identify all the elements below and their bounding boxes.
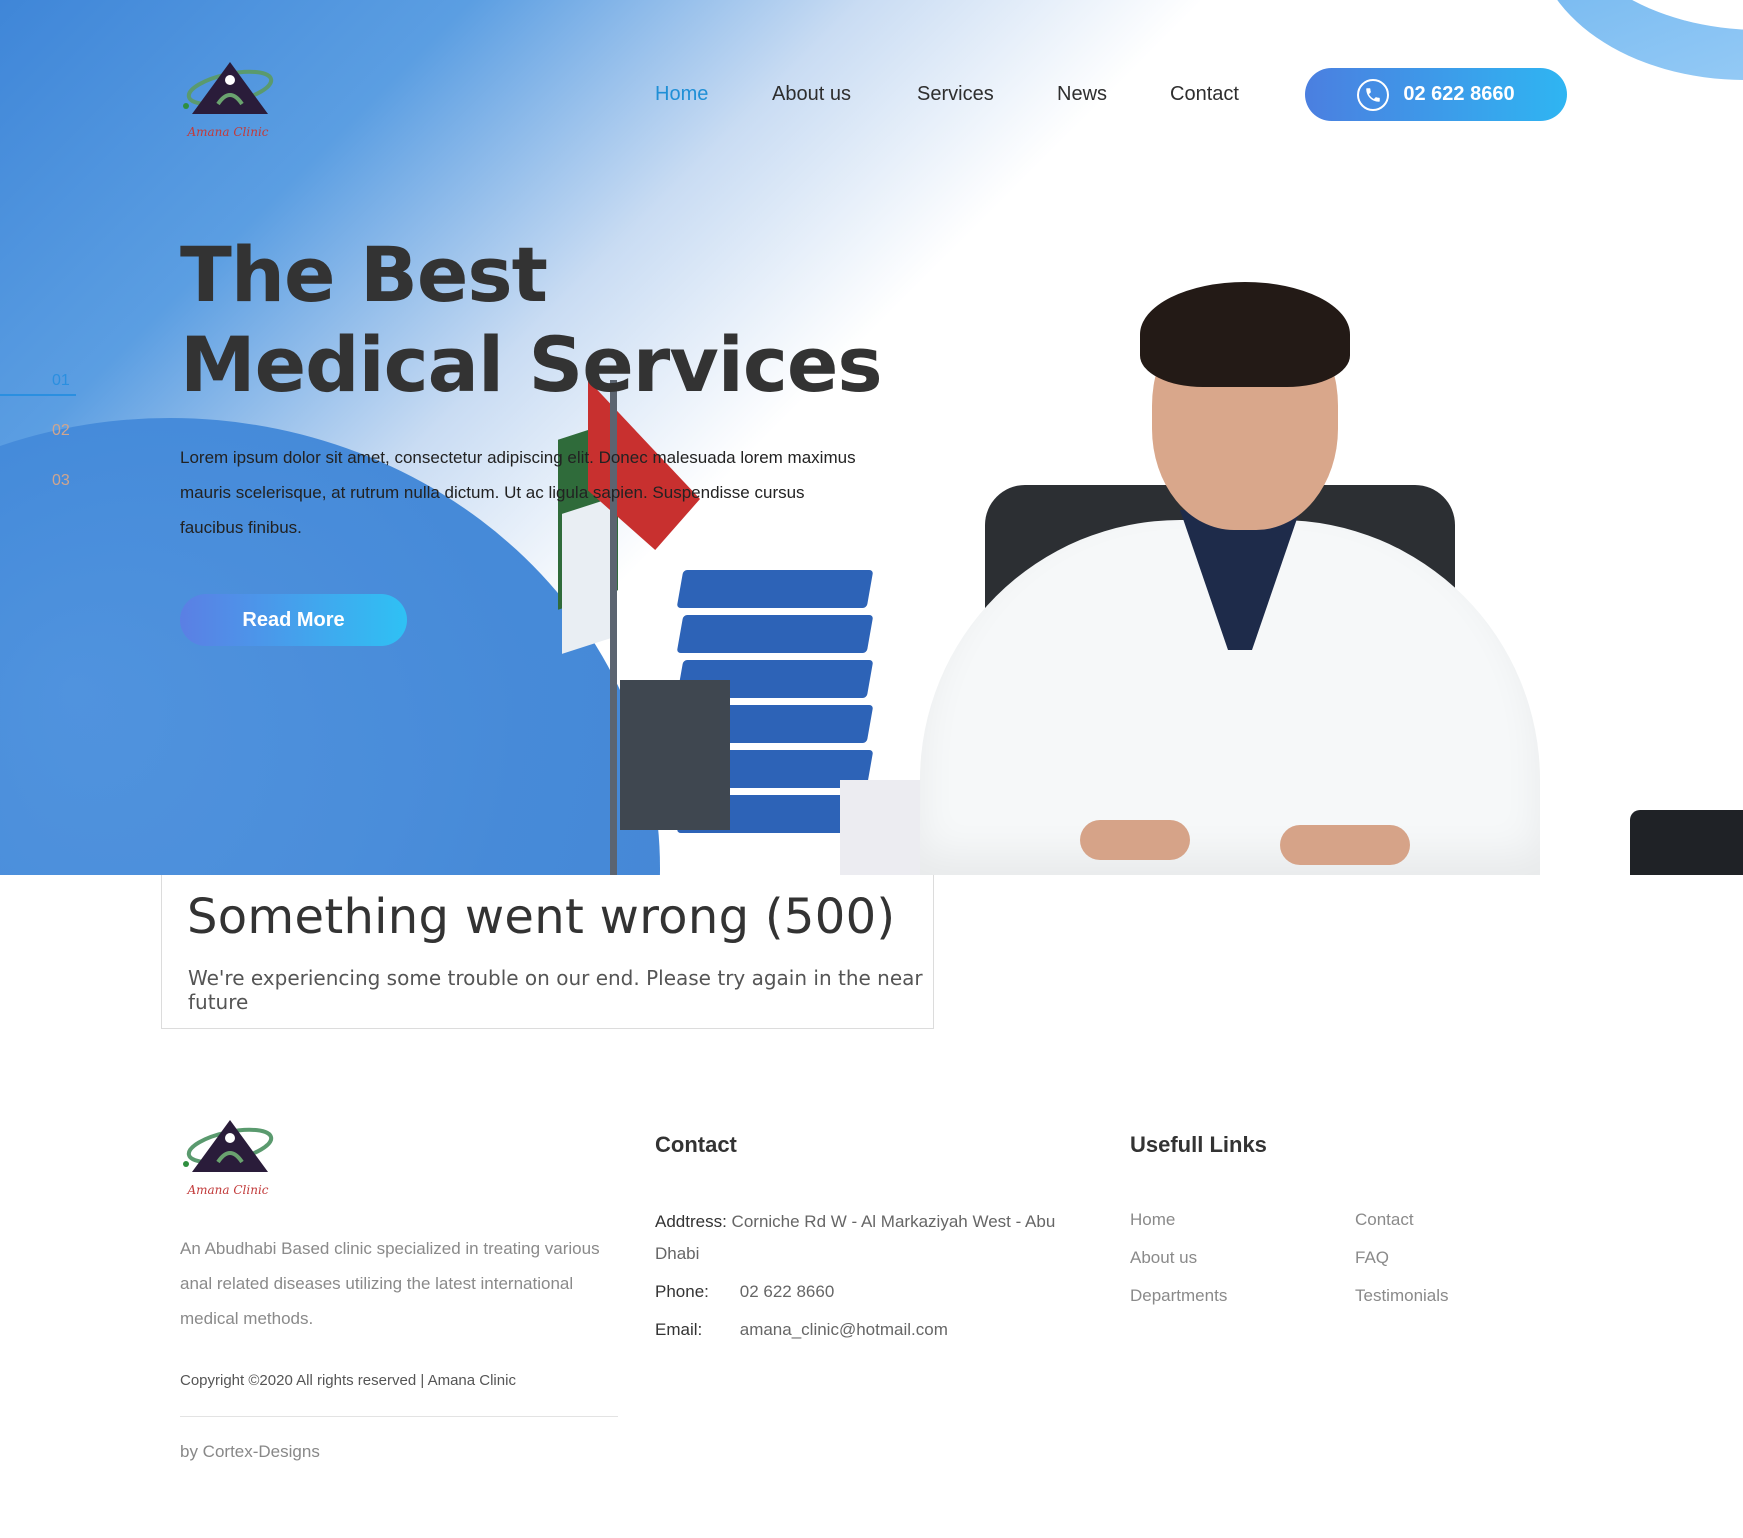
hero-section: Amana Clinic Home About us Services News… [0, 0, 1743, 875]
footer-link-testimonials[interactable]: Testimonials [1355, 1286, 1449, 1306]
footer-link-contact[interactable]: Contact [1355, 1210, 1414, 1230]
contact-address: Addtress: Corniche Rd W - Al Markaziyah … [655, 1206, 1095, 1270]
nav-home[interactable]: Home [655, 83, 708, 106]
error-panel: Something went wrong (500) We're experie… [161, 875, 934, 1029]
designer-credit: by Cortex-Designs [180, 1442, 320, 1461]
slide-indicator-1[interactable]: 01 [52, 372, 70, 390]
footer-divider [180, 1416, 618, 1417]
slide-indicator-3[interactable]: 03 [52, 472, 70, 490]
logo-text: Amana Clinic [186, 125, 268, 139]
footer-logo[interactable]: Amana Clinic [180, 1116, 276, 1200]
desk-phone [1630, 810, 1743, 875]
read-more-button[interactable]: Read More [180, 594, 407, 646]
footer-logo-text: Amana Clinic [186, 1183, 268, 1197]
footer-description: An Abudhabi Based clinic specialized in … [180, 1239, 600, 1328]
nav-contact[interactable]: Contact [1170, 83, 1239, 106]
nav-news[interactable]: News [1057, 83, 1107, 106]
copyright: Copyright ©2020 All rights reserved | Am… [180, 1372, 516, 1389]
contact-email: Email: amana_clinic@hotmail.com [655, 1314, 1095, 1346]
slide-active-line [0, 394, 76, 396]
nav-about-us[interactable]: About us [772, 83, 851, 106]
logo-icon: Amana Clinic [183, 62, 274, 139]
footer-link-departments[interactable]: Departments [1130, 1286, 1227, 1306]
site-logo[interactable]: Amana Clinic [180, 58, 276, 142]
logo-icon: Amana Clinic [183, 1120, 274, 1197]
hero-description: Lorem ipsum dolor sit amet, consectetur … [180, 448, 856, 537]
footer-links-heading: Usefull Links [1130, 1132, 1267, 1157]
footer-contact-heading: Contact [655, 1132, 737, 1157]
call-button[interactable]: 02 622 8660 [1305, 68, 1567, 121]
contact-phone: Phone: 02 622 8660 [655, 1276, 1095, 1308]
footer-link-faq[interactable]: FAQ [1355, 1248, 1389, 1268]
slide-indicator-2[interactable]: 02 [52, 422, 70, 440]
error-title: Something went wrong (500) [187, 889, 896, 945]
email-label: Email: [655, 1320, 703, 1339]
hero-title-line-1: The Best [180, 230, 548, 319]
address-label: Addtress: [655, 1212, 727, 1231]
hero-title: The Best Medical Services [180, 230, 883, 410]
call-button-label: 02 622 8660 [1403, 83, 1515, 105]
phone-label: Phone: [655, 1282, 709, 1301]
site-header: Amana Clinic Home About us Services News… [0, 0, 1743, 190]
nav-services[interactable]: Services [917, 83, 994, 106]
printer [620, 680, 730, 830]
phone-value[interactable]: 02 622 8660 [740, 1282, 835, 1301]
footer-link-home[interactable]: Home [1130, 1210, 1175, 1230]
contact-details: Addtress: Corniche Rd W - Al Markaziyah … [655, 1206, 1095, 1346]
hero-title-line-2: Medical Services [180, 320, 883, 409]
phone-icon [1357, 78, 1390, 111]
email-value[interactable]: amana_clinic@hotmail.com [740, 1320, 948, 1339]
footer-link-about-us[interactable]: About us [1130, 1248, 1197, 1268]
error-message: We're experiencing some trouble on our e… [188, 966, 923, 1014]
